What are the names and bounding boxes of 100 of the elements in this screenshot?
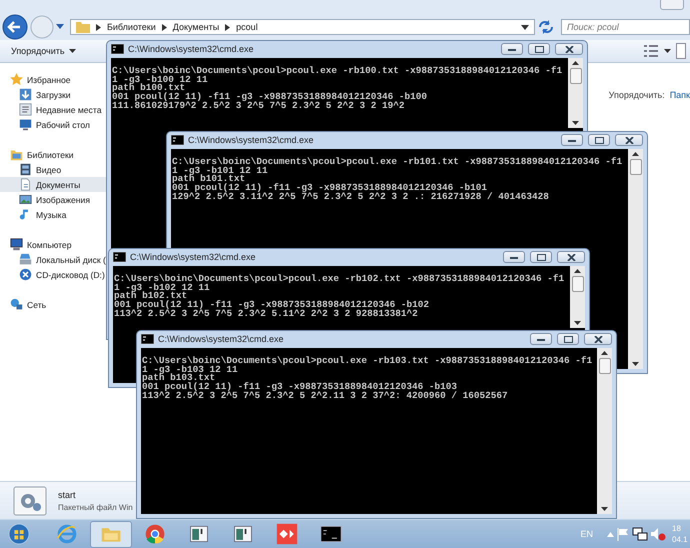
arrange-link[interactable]: Папк: [670, 90, 690, 102]
sidebar-item[interactable]: CD-дисковод (D:): [0, 267, 106, 282]
restore-icon: [594, 136, 604, 144]
scroll-thumb[interactable]: [572, 276, 584, 292]
console-line: 001 pcoul(12 11) -f11 -g3 -x9887353188984012120346 -b100: [112, 93, 428, 102]
document-icon: [19, 178, 32, 191]
maximize-button[interactable]: [557, 333, 579, 345]
scroll-up-icon: [632, 152, 639, 156]
sidebar-item[interactable]: Локальный диск (: [0, 252, 106, 267]
clock-text: 18: [672, 523, 682, 534]
close-button[interactable]: [557, 251, 585, 263]
maximize-button[interactable]: [588, 134, 610, 146]
folder-icon: [76, 21, 90, 33]
chevron-icon: [162, 24, 167, 30]
close-icon: [624, 136, 634, 144]
scroll-up-icon: [601, 351, 608, 355]
sidebar-item[interactable]: Рабочий стол: [0, 117, 106, 132]
console-line: path b100.txt: [112, 84, 186, 94]
console-line: 1 -g3 -b100 12 11: [112, 76, 208, 84]
console-line: 113^2 2.5^2 3 2^5 7^5 2.3^2 5 2^2.11 3 2 37^2: 4200960 / 16052567: [142, 392, 509, 401]
console-line: 113^2 2.5^2 3 2^5 7^5 2.3^2 5.11^2 2^2 3 2 928813381^2: [114, 310, 419, 319]
caret-icon: [521, 24, 529, 30]
sidebar-group[interactable]: Библиотеки: [0, 147, 106, 162]
organize-button[interactable]: Упорядочить: [8, 44, 79, 58]
close-button[interactable]: [555, 43, 583, 55]
close-button[interactable]: [584, 333, 612, 345]
sidebar-group[interactable]: Избранное: [0, 72, 106, 87]
close-icon: [564, 46, 574, 52]
scrollbar[interactable]: [570, 266, 585, 328]
scroll-thumb[interactable]: [630, 159, 642, 175]
minimize-button[interactable]: [501, 43, 523, 55]
sidebar-group[interactable]: Компьютер: [0, 237, 106, 252]
minimize-icon: [508, 48, 516, 50]
sidebar-item[interactable]: Изображения: [0, 192, 106, 207]
start-orb-icon: [6, 521, 32, 547]
console-line: 111.861029179^2 2.5^2 3 2^5 7^5 2.3^2 5 2^2 3 2 19^2: [112, 102, 406, 111]
download-folder-icon: [19, 88, 32, 101]
browser-e-icon: [56, 523, 78, 545]
desktop-icon: [19, 118, 32, 131]
restore-icon: [536, 254, 546, 260]
scroll-thumb[interactable]: [570, 68, 582, 84]
sidebar-item[interactable]: Документы: [0, 177, 106, 192]
caret-icon: [664, 49, 671, 53]
window-title: C:\Windows\system32\cmd.exe: [188, 135, 314, 145]
recent-places-icon: [19, 103, 32, 116]
diamond-arrows-icon: [276, 523, 298, 545]
chrome-icon: [144, 523, 166, 545]
sidebar-item[interactable]: Недавние места: [0, 102, 106, 117]
view-icon: [643, 44, 659, 58]
console-line: 001 pcoul(12 11) -f11 -g3 -x9887353188984012120346 -b102: [114, 301, 430, 310]
tray-arrow-icon: [607, 532, 614, 536]
computer-icon: [10, 238, 23, 251]
console-line: C:\Users\boinc\Documents\pcoul>pcoul.exe -rb102.txt -x9887353188984012120346 -f1: [114, 275, 566, 284]
breadcrumb-item[interactable]: pcoul: [236, 22, 258, 32]
cd-drive-icon: [19, 268, 32, 281]
console-icon: [111, 44, 124, 54]
arrange-label: Упорядочить:: [608, 90, 665, 102]
restore-icon: [534, 46, 544, 52]
sidebar-item[interactable]: Загрузки: [0, 87, 106, 102]
restore-icon: [564, 336, 572, 342]
scroll-up-icon: [574, 269, 581, 273]
library-icon: [10, 148, 23, 161]
sidebar-item[interactable]: Видео: [0, 162, 106, 177]
file-name: start: [58, 490, 77, 500]
minimize-icon: [510, 256, 518, 258]
console-line: 1 -g3 -b103 12 11: [142, 366, 238, 374]
maximize-button[interactable]: [530, 251, 552, 263]
breadcrumb-item[interactable]: Библиотеки: [107, 22, 156, 32]
close-icon: [566, 254, 576, 260]
chevron-icon: [96, 24, 101, 30]
scroll-up-icon: [572, 61, 579, 65]
flag-icon: [616, 527, 630, 541]
sidebar-item[interactable]: Музыка: [0, 207, 106, 222]
scrollbar[interactable]: [568, 58, 583, 128]
scroll-thumb[interactable]: [598, 358, 610, 374]
scrollbar[interactable]: [628, 149, 643, 369]
console-line: C:\Users\boinc\Documents\pcoul>pcoul.exe -rb101.txt -x9887353188984012120346 -f1: [172, 158, 624, 167]
minimize-button[interactable]: [561, 134, 583, 146]
search-field[interactable]: Поиск: pcoul: [561, 19, 690, 35]
close-button[interactable]: [615, 134, 643, 146]
clock-text: 04.1: [672, 534, 689, 545]
console-line: 001 pcoul(12 11) -f11 -g3 -x9887353188984012120346 -b101: [172, 184, 488, 193]
video-library-icon: [19, 163, 32, 176]
pane-button[interactable]: [676, 43, 686, 59]
console-line: path b102.txt: [114, 292, 188, 302]
speaker-muted-icon: [650, 527, 666, 541]
minimize-button[interactable]: [503, 251, 525, 263]
console-line: C:\Users\boinc\Documents\pcoul>pcoul.exe -rb103.txt -x9887353188984012120346 -f1: [142, 357, 594, 366]
breadcrumb-item[interactable]: Документы: [172, 22, 220, 32]
scroll-down-icon: [572, 121, 579, 125]
console-line: 001 pcoul(12 11) -f11 -g3 -x9887353188984012120346 -b103: [142, 383, 458, 392]
console-line: path b103.txt: [142, 374, 216, 384]
console-icon: [171, 135, 184, 145]
minimize-button[interactable]: [530, 333, 552, 345]
maximize-button[interactable]: [528, 43, 550, 55]
address-bar[interactable]: Библиотеки Документы pcoul: [70, 19, 535, 35]
sidebar-group[interactable]: Сеть: [0, 297, 106, 312]
caret-icon: [56, 24, 64, 30]
window-title: C:\Windows\system32\cmd.exe: [130, 252, 256, 262]
scrollbar[interactable]: [597, 348, 612, 514]
